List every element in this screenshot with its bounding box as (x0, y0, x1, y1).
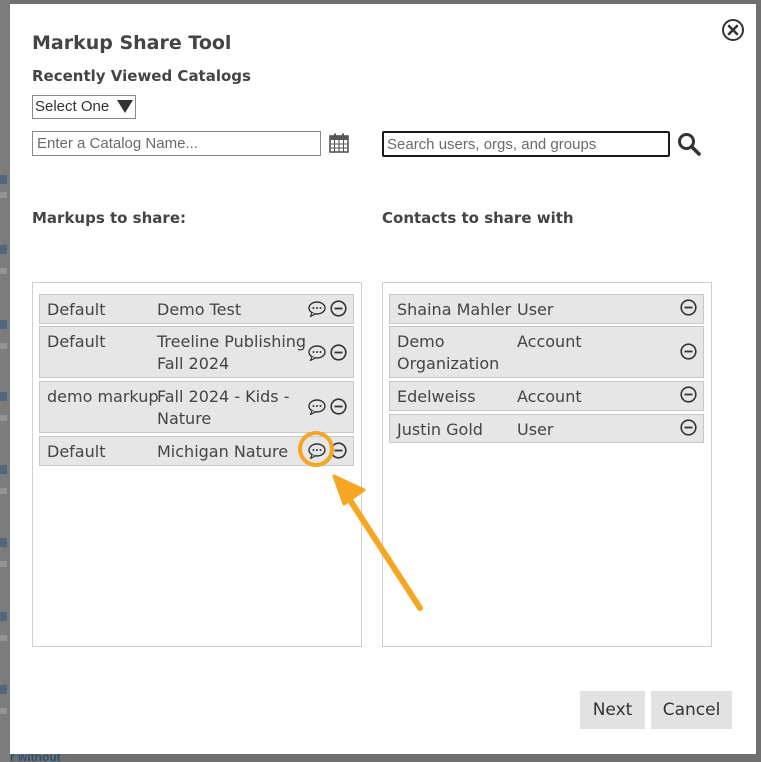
search-button[interactable] (677, 132, 701, 156)
background-page-edge (0, 0, 10, 762)
contact-type: Account (517, 387, 582, 406)
remove-icon[interactable] (680, 299, 697, 316)
contact-search-input[interactable] (382, 131, 670, 157)
next-button[interactable]: Next (580, 691, 645, 729)
comment-icon[interactable] (308, 345, 326, 361)
bg-text-fragment (0, 192, 7, 198)
contact-name: Edelweiss (397, 387, 476, 406)
contact-row: Justin Gold User (389, 414, 704, 443)
markups-section-label: Markups to share: (32, 209, 186, 227)
caret-down-icon (117, 100, 133, 113)
bg-text-fragment (0, 612, 7, 621)
markup-name: Default (47, 442, 106, 461)
markup-catalog: Fall 2024 - Kids - Nature (157, 387, 290, 428)
contact-row: Edelweiss Account (389, 381, 704, 411)
markup-catalog: Demo Test (157, 300, 242, 319)
bg-text-fragment (0, 175, 7, 184)
contacts-list: Shaina Mahler User Demo Organization Acc… (382, 282, 712, 647)
bg-text-fragment (0, 392, 7, 401)
remove-icon[interactable] (680, 419, 697, 436)
catalog-name-input[interactable] (32, 131, 321, 156)
comment-icon[interactable] (308, 399, 326, 415)
contact-row: Shaina Mahler User (389, 294, 704, 324)
remove-icon[interactable] (330, 344, 347, 361)
bg-text-fragment (0, 343, 7, 349)
contact-name: Justin Gold (397, 420, 483, 439)
contacts-section-label: Contacts to share with (382, 209, 574, 227)
markup-name: demo markup (47, 387, 159, 406)
remove-icon[interactable] (330, 398, 347, 415)
remove-icon[interactable] (680, 343, 697, 360)
contact-row: Demo Organization Account (389, 326, 704, 378)
bg-text-fragment (0, 635, 7, 641)
contact-name: Demo Organization (397, 332, 500, 373)
bg-text-fragment (0, 538, 7, 547)
markup-row: Default Demo Test (39, 294, 354, 324)
recent-catalogs-select[interactable]: Select One (32, 95, 136, 119)
recent-catalogs-label: Recently Viewed Catalogs (32, 67, 251, 85)
markup-share-dialog: Markup Share Tool Recently Viewed Catalo… (10, 4, 756, 754)
markup-name: Default (47, 332, 106, 351)
cancel-button[interactable]: Cancel (651, 691, 732, 729)
bg-text-fragment (0, 488, 7, 494)
markup-row: Default Michigan Nature (39, 436, 354, 466)
contact-type: User (517, 420, 554, 439)
bg-text-fragment (0, 465, 7, 474)
contact-type: Account (517, 332, 582, 351)
comment-icon[interactable] (308, 443, 326, 459)
contact-name: Shaina Mahler (397, 300, 512, 319)
markup-row: demo markup Fall 2024 - Kids - Nature (39, 381, 354, 433)
comment-icon[interactable] (308, 301, 326, 317)
remove-icon[interactable] (680, 386, 697, 403)
remove-icon[interactable] (330, 442, 347, 459)
markup-catalog: Michigan Nature (157, 442, 289, 461)
markup-name: Default (47, 300, 106, 319)
close-circle-icon (722, 19, 744, 41)
bg-text-fragment (0, 685, 7, 694)
remove-icon[interactable] (330, 300, 347, 317)
bg-text-fragment (0, 561, 7, 567)
markups-list: Default Demo Test Default Treeline Publi… (32, 282, 362, 647)
bg-text-fragment (0, 245, 7, 254)
bg-text-fragment (0, 320, 7, 329)
dialog-title: Markup Share Tool (32, 32, 232, 54)
bg-text-fragment (0, 268, 7, 274)
select-value: Select One (35, 98, 110, 115)
contact-type: User (517, 300, 554, 319)
markup-catalog: Treeline Publishing Fall 2024 (157, 332, 307, 373)
calendar-icon[interactable] (329, 133, 349, 153)
magnifier-icon (678, 133, 701, 156)
close-button[interactable] (721, 18, 745, 42)
markup-row: Default Treeline Publishing Fall 2024 (39, 326, 354, 378)
bg-text-fragment (0, 415, 7, 421)
bg-text-fragment (0, 708, 7, 714)
